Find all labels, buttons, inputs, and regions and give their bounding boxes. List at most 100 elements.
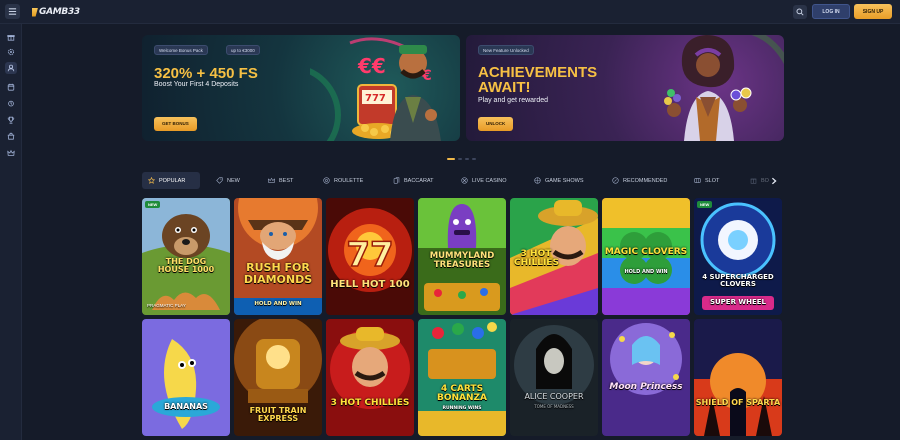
game-tile-magic-clovers[interactable]: MAGIC CLOVERS HOLD AND WIN xyxy=(602,198,690,315)
tab-popular[interactable]: POPULAR xyxy=(142,172,200,189)
unlock-button[interactable]: UNLOCK xyxy=(478,117,514,131)
game-title: SHIELD OF SPARTA xyxy=(695,398,781,407)
calendar-icon xyxy=(7,83,15,91)
game-title: Moon Princess xyxy=(609,382,683,392)
game-tile-3-hot-chillies-2[interactable]: 3 HOT CHILLIES xyxy=(326,319,414,436)
carousel-dots xyxy=(447,158,476,160)
banner-title: 320% + 450 FS xyxy=(154,65,258,82)
tab-label: BO xyxy=(761,177,769,184)
tab-label: GAME SHOWS xyxy=(545,177,584,184)
cup-icon xyxy=(7,116,15,124)
welcome-bonus-banner[interactable]: €€ € 777 Welcome Bonus Pack up to €3000 … xyxy=(142,35,460,141)
carts-bonanza-artwork xyxy=(418,319,506,436)
rail-profile-button[interactable] xyxy=(5,62,17,74)
game-subtitle: TOME OF MADNESS xyxy=(534,404,574,409)
chevron-right-icon[interactable] xyxy=(770,177,778,185)
tab-new[interactable]: NEW xyxy=(210,172,246,189)
live-icon xyxy=(461,177,468,184)
game-subtitle: RUNNING WINS xyxy=(442,406,482,411)
game-tile-shield-of-sparta[interactable]: SHIELD OF SPARTA xyxy=(694,319,782,436)
site-logo[interactable]: GAMB33 xyxy=(32,5,80,19)
search-icon xyxy=(796,8,804,16)
signup-button[interactable]: SIGN UP xyxy=(854,4,892,19)
tab-roulette[interactable]: ROULETTE xyxy=(317,172,369,189)
tab-best[interactable]: BEST xyxy=(262,172,299,189)
svg-text:777: 777 xyxy=(365,93,386,104)
achievements-banner[interactable]: New Feature Unlocked ACHIEVEMENTS AWAIT!… xyxy=(466,35,784,141)
game-subtitle: HOLD AND WIN xyxy=(254,301,302,307)
game-tile-rush-for-diamonds[interactable]: RUSH FOR DIAMONDS HOLD AND WIN xyxy=(234,198,322,315)
carousel-dot[interactable] xyxy=(447,158,455,160)
new-feature-badge: New Feature Unlocked xyxy=(478,45,534,55)
tab-game-shows[interactable]: GAME SHOWS xyxy=(528,172,590,189)
game-tile-mummyland[interactable]: MUMMYLAND TREASURES xyxy=(418,198,506,315)
game-title: THE DOG HOUSE 1000 xyxy=(157,257,215,275)
tab-recommended[interactable]: RECOMMENDED xyxy=(606,172,673,189)
game-tile-bananas[interactable]: BANANAS xyxy=(142,319,230,436)
game-subtitle: HOLD AND WIN xyxy=(624,269,668,275)
menu-toggle-button[interactable] xyxy=(5,4,20,19)
rail-crown-button[interactable] xyxy=(5,147,17,159)
game-tile-hell-hot[interactable]: 77 HELL HOT 100 xyxy=(326,198,414,315)
bonus-icon xyxy=(750,178,757,184)
wheel-icon xyxy=(534,177,541,184)
tab-label: SLOT xyxy=(705,177,720,184)
slot-icon xyxy=(694,178,701,183)
game-title: FRUIT TRAIN EXPRESS xyxy=(249,406,307,424)
rail-gift-button[interactable] xyxy=(5,31,17,43)
search-button[interactable] xyxy=(793,5,807,19)
carousel-dot[interactable] xyxy=(472,158,476,160)
bonus-amount-badge: up to €3000 xyxy=(226,45,260,55)
crown-icon xyxy=(7,149,15,156)
store-icon xyxy=(7,132,15,140)
cards-icon xyxy=(393,177,400,184)
trophy-icon xyxy=(8,100,14,107)
svg-text:77: 77 xyxy=(346,235,393,275)
game-title: ALICE COOPER xyxy=(524,392,584,401)
carousel-dot[interactable] xyxy=(458,158,462,160)
game-title: MAGIC CLOVERS xyxy=(604,247,688,257)
game-title: 3 HOT CHILLIES xyxy=(514,249,559,269)
new-badge: NEW xyxy=(145,201,161,208)
game-tile-4-carts-bonanza[interactable]: 4 CARTS BONANZA RUNNING WINS xyxy=(418,319,506,436)
moon-princess-artwork xyxy=(602,319,690,436)
slot-machine-character-illustration: €€ € 777 xyxy=(310,37,441,141)
game-tile-4-supercharged-clovers[interactable]: NEW 4 SUPERCHARGED CLOVERS SUPER WHEEL xyxy=(694,198,782,315)
rail-tournaments-button[interactable] xyxy=(5,114,17,126)
tab-baccarat[interactable]: BACCARAT xyxy=(387,172,440,189)
carousel-dot[interactable] xyxy=(465,158,469,160)
rail-calendar-button[interactable] xyxy=(5,81,17,93)
tab-label: BACCARAT xyxy=(404,177,434,184)
tab-live-casino[interactable]: LIVE CASINO xyxy=(455,172,513,189)
category-tabs: POPULAR NEW BEST ROULETTE BACCARAT LIVE … xyxy=(142,172,784,190)
tab-label: ROULETTE xyxy=(334,177,364,184)
user-icon xyxy=(7,64,15,72)
tab-label: NEW xyxy=(227,177,240,184)
tab-label: BEST xyxy=(279,177,294,184)
game-tile-moon-princess[interactable]: Moon Princess xyxy=(602,319,690,436)
alice-cooper-artwork xyxy=(510,319,598,436)
rail-settings-button[interactable] xyxy=(5,46,17,58)
star-icon xyxy=(148,177,155,184)
game-tile-dog-house[interactable]: NEW THE DOG HOUSE 1000 PRAGMATIC PLAY xyxy=(142,198,230,315)
game-tile-fruit-train-express[interactable]: FRUIT TRAIN EXPRESS xyxy=(234,319,322,436)
login-button[interactable]: LOG IN xyxy=(812,4,850,19)
banner-title: ACHIEVEMENTS AWAIT! xyxy=(478,64,598,96)
tab-slot[interactable]: SLOT xyxy=(688,172,725,189)
game-title: HELL HOT 100 xyxy=(330,279,410,290)
game-provider: PRAGMATIC PLAY xyxy=(147,303,186,308)
logo-text: GAMB33 xyxy=(39,7,80,17)
thumb-icon xyxy=(612,177,619,184)
game-tile-alice-cooper[interactable]: ALICE COOPER TOME OF MADNESS xyxy=(510,319,598,436)
game-tile-3-hot-chillies[interactable]: 3 HOT CHILLIES xyxy=(510,198,598,315)
tab-label: POPULAR xyxy=(159,177,186,184)
roulette-icon xyxy=(323,177,330,184)
gift-icon xyxy=(7,35,15,41)
get-bonus-button[interactable]: GET BONUS xyxy=(154,117,197,131)
rail-vip-button[interactable] xyxy=(5,98,17,110)
logo-mark xyxy=(32,7,38,17)
3-hot-chillies-artwork xyxy=(326,319,414,436)
gear-cog-icon xyxy=(7,48,15,56)
tab-label: LIVE CASINO xyxy=(472,177,507,184)
rail-shop-button[interactable] xyxy=(5,130,17,142)
